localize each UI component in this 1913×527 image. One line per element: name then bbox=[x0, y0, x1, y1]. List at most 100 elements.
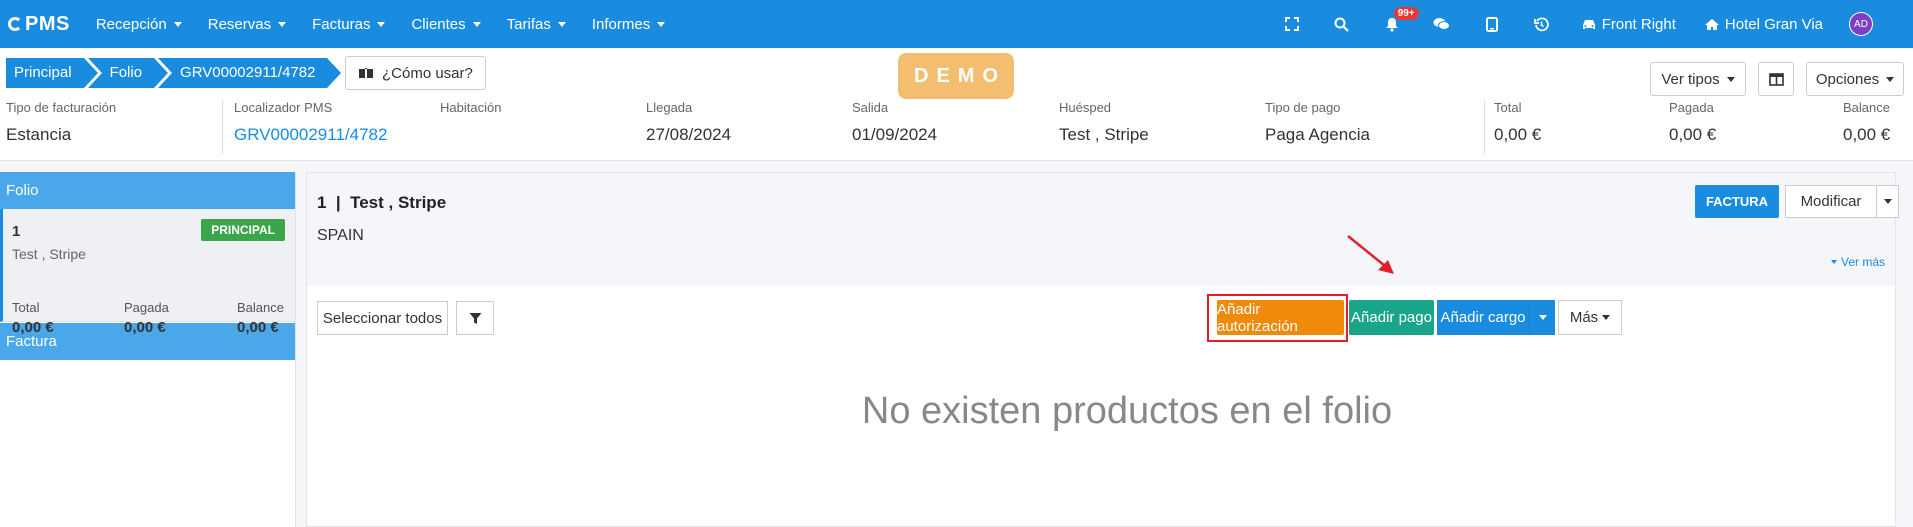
nav-label: Facturas bbox=[312, 15, 371, 33]
nav-label: Clientes bbox=[411, 15, 466, 33]
info-huesped: Huésped Test , Stripe bbox=[1059, 100, 1149, 145]
info-value: 0,00 € bbox=[1843, 125, 1891, 144]
info-value: 01/09/2024 bbox=[852, 125, 938, 144]
info-label: Tipo de facturación bbox=[6, 100, 117, 115]
chevron-down-icon bbox=[1886, 76, 1895, 82]
ver-tipos-button[interactable]: Ver tipos bbox=[1650, 62, 1746, 96]
locator-link[interactable]: GRV00002911/4782 bbox=[234, 125, 387, 145]
folio-card[interactable]: 1 Test , Stripe PRINCIPAL Total 0,00 € P… bbox=[0, 209, 295, 336]
chevron-down-icon bbox=[1830, 260, 1837, 264]
info-value: Test , Stripe bbox=[1059, 125, 1149, 144]
add-charge-dropdown-button[interactable] bbox=[1529, 300, 1555, 335]
folio-main-panel: 1 | Test , Stripe SPAIN FACTURA Modifica… bbox=[306, 172, 1899, 527]
chevron-down-icon bbox=[657, 21, 666, 27]
info-habitacion: Habitación bbox=[440, 100, 501, 125]
history-button[interactable] bbox=[1517, 0, 1567, 48]
user-avatar[interactable]: AD bbox=[1849, 12, 1873, 36]
ver-mas-label: Ver más bbox=[1840, 255, 1885, 269]
folio-header: Principal Folio GRV00002911/4782 ¿Cómo u… bbox=[0, 48, 1913, 161]
info-value: Paga Agencia bbox=[1265, 125, 1370, 144]
info-total: Total 0,00 € bbox=[1494, 100, 1541, 145]
fullscreen-icon bbox=[1284, 17, 1299, 31]
info-value: 27/08/2024 bbox=[646, 125, 732, 144]
logo-text: PMS bbox=[25, 12, 70, 35]
opciones-label: Opciones bbox=[1815, 70, 1880, 88]
tablet-icon bbox=[1485, 16, 1498, 32]
chevron-down-icon bbox=[1883, 199, 1892, 204]
nav-recepcion[interactable]: Recepción bbox=[96, 16, 182, 33]
info-label: Tipo de pago bbox=[1265, 100, 1341, 115]
hotel-link[interactable]: Hotel Gran Via bbox=[1704, 16, 1823, 33]
breadcrumb-principal[interactable]: Principal bbox=[6, 58, 97, 88]
chevron-down-icon bbox=[1602, 315, 1611, 320]
ver-mas-link[interactable]: Ver más bbox=[1830, 255, 1885, 269]
breadcrumb-locator[interactable]: GRV00002911/4782 bbox=[158, 58, 342, 88]
front-desk-link[interactable]: Front Right bbox=[1581, 16, 1676, 33]
info-localizador: Localizador PMS GRV00002911/4782 bbox=[234, 100, 387, 145]
info-pagada: Pagada 0,00 € bbox=[1669, 100, 1716, 145]
chevron-down-icon bbox=[1726, 76, 1735, 82]
modificar-dropdown-button[interactable] bbox=[1877, 185, 1899, 218]
chevron-down-icon bbox=[377, 21, 386, 27]
nav-facturas[interactable]: Facturas bbox=[312, 15, 386, 33]
nav-label: Tarifas bbox=[506, 15, 551, 33]
filter-button[interactable] bbox=[456, 301, 494, 335]
history-icon bbox=[1534, 16, 1550, 31]
factura-button[interactable]: FACTURA bbox=[1695, 185, 1779, 218]
info-label: Balance bbox=[1843, 100, 1890, 115]
folio-total-label: Total bbox=[12, 300, 40, 315]
opciones-button[interactable]: Opciones bbox=[1806, 62, 1904, 96]
add-payment-button[interactable]: Añadir pago bbox=[1349, 300, 1434, 335]
demo-badge: DEMO bbox=[898, 53, 1014, 99]
nav-informes[interactable]: Informes bbox=[591, 15, 666, 33]
more-button[interactable]: Más bbox=[1558, 300, 1622, 335]
fullscreen-button[interactable] bbox=[1267, 0, 1317, 48]
info-value: 0,00 € bbox=[1494, 125, 1542, 144]
nav-label: Recepción bbox=[95, 15, 167, 33]
notification-count-badge: 99+ bbox=[1393, 7, 1419, 20]
logo-icon bbox=[8, 17, 22, 31]
nav-label: Informes bbox=[591, 15, 651, 33]
notifications-button[interactable]: 99+ bbox=[1367, 0, 1419, 48]
folio-pagada-value: 0,00 € bbox=[124, 319, 166, 336]
add-authorization-button[interactable]: Añadir autorización bbox=[1217, 300, 1344, 335]
tablet-button[interactable] bbox=[1467, 0, 1517, 48]
breadcrumb: Principal Folio GRV00002911/4782 bbox=[6, 58, 342, 88]
folio-country: SPAIN bbox=[317, 227, 364, 244]
help-label: ¿Cómo usar? bbox=[382, 64, 473, 82]
nav-clientes[interactable]: Clientes bbox=[411, 15, 481, 33]
info-tipo-facturacion: Tipo de facturación Estancia bbox=[6, 100, 116, 145]
more-label: Más bbox=[1569, 309, 1599, 326]
folio-balance-value: 0,00 € bbox=[237, 319, 279, 336]
help-button[interactable]: ¿Cómo usar? bbox=[345, 56, 486, 90]
modificar-button[interactable]: Modificar bbox=[1785, 185, 1877, 218]
chat-icon bbox=[1433, 18, 1451, 30]
layout-toggle-button[interactable] bbox=[1758, 62, 1794, 96]
info-value: Estancia bbox=[6, 125, 72, 144]
add-charge-button[interactable]: Añadir cargo bbox=[1437, 300, 1529, 335]
info-tipo-pago: Tipo de pago Paga Agencia bbox=[1265, 100, 1370, 145]
chat-button[interactable] bbox=[1417, 0, 1467, 48]
select-all-button[interactable]: Seleccionar todos bbox=[317, 301, 448, 335]
columns-icon bbox=[1768, 72, 1784, 86]
nav-reservas[interactable]: Reservas bbox=[208, 16, 287, 33]
info-llegada: Llegada 27/08/2024 bbox=[646, 100, 731, 145]
sidebar-folio-header[interactable]: Folio bbox=[0, 172, 295, 209]
folio-guest-name: Test , Stripe bbox=[12, 246, 86, 262]
info-salida: Salida 01/09/2024 bbox=[852, 100, 937, 145]
folio-title: 1 | Test , Stripe bbox=[317, 193, 447, 212]
front-desk-label: Front Right bbox=[1601, 15, 1676, 33]
info-label: Localizador PMS bbox=[234, 100, 333, 115]
info-value: 0,00 € bbox=[1669, 125, 1717, 144]
search-button[interactable] bbox=[1317, 0, 1367, 48]
info-balance: Balance 0,00 € bbox=[1843, 100, 1890, 145]
topbar-right: 99+ Front Right Hotel Gran Via AD bbox=[1267, 0, 1913, 48]
folio-toolbar: Seleccionar todos Añadir autorización Añ… bbox=[307, 286, 1895, 346]
folio-detail-header: 1 | Test , Stripe SPAIN FACTURA Modifica… bbox=[307, 173, 1899, 286]
chevron-down-icon bbox=[173, 21, 182, 27]
app-logo[interactable]: PMS bbox=[8, 13, 70, 36]
filter-icon bbox=[469, 312, 481, 324]
empty-state-message: No existen productos en el folio bbox=[861, 390, 1393, 432]
nav-tarifas[interactable]: Tarifas bbox=[507, 16, 566, 33]
folio-total-value: 0,00 € bbox=[12, 319, 54, 336]
